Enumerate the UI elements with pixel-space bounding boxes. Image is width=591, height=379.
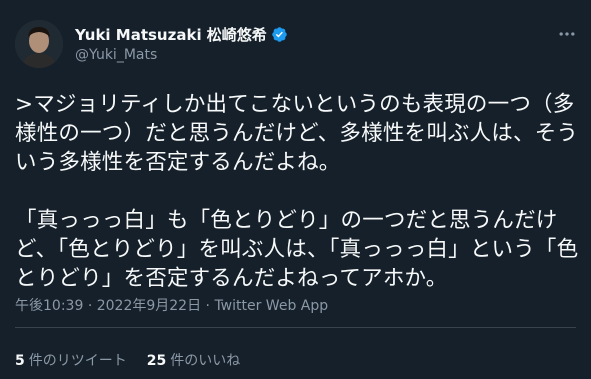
avatar-photo bbox=[15, 20, 63, 68]
more-options-icon[interactable] bbox=[557, 24, 577, 44]
display-name[interactable]: Yuki Matsuzaki 松崎悠希 bbox=[75, 24, 267, 45]
tweet-date[interactable]: 2022年9月22日 bbox=[97, 298, 201, 314]
tweet-time[interactable]: 午後10:39 bbox=[15, 298, 83, 314]
tweet-text: >マジョリティしか出てこないというのも表現の一つ（多様性の一つ）だと思うんだけど… bbox=[15, 92, 579, 291]
likes-label: 件のいいね bbox=[170, 353, 241, 369]
author-handle[interactable]: @Yuki_Mats bbox=[75, 47, 157, 63]
engagement-stats: 5 件のリツイート 25 件のいいね bbox=[15, 350, 240, 370]
tweet-client[interactable]: Twitter Web App bbox=[214, 298, 328, 314]
author-name-row[interactable]: Yuki Matsuzaki 松崎悠希 bbox=[75, 24, 288, 44]
likes-count: 25 bbox=[146, 353, 167, 369]
meta-separator: · bbox=[87, 298, 93, 314]
retweets-stat[interactable]: 5 件のリツイート bbox=[15, 350, 127, 370]
retweets-label: 件のリツイート bbox=[28, 353, 127, 369]
retweets-count: 5 bbox=[15, 353, 25, 369]
verified-badge-icon bbox=[272, 26, 287, 42]
meta-separator: · bbox=[205, 298, 210, 314]
tweet-metadata: 午後10:39 · 2022年9月22日 · Twitter Web App bbox=[15, 295, 328, 315]
avatar[interactable] bbox=[15, 20, 63, 68]
tweet-card: Yuki Matsuzaki 松崎悠希 @Yuki_Mats >マジョリティしか… bbox=[0, 0, 591, 379]
divider bbox=[15, 327, 576, 328]
likes-stat[interactable]: 25 件のいいね bbox=[147, 350, 240, 370]
